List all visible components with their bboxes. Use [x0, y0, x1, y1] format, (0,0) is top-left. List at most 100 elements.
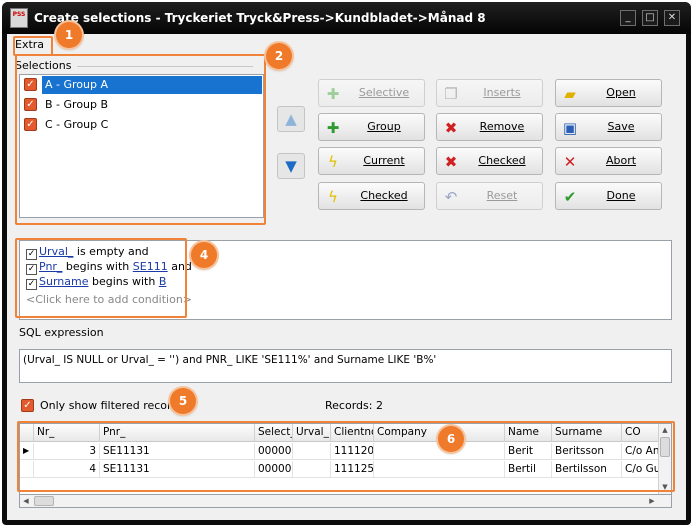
selection-a-checkbox[interactable]: ✓ — [24, 78, 37, 91]
main-window: PSS Create selections - Tryckeriet Tryck… — [2, 2, 691, 525]
cell-name[interactable]: Berit — [505, 443, 552, 460]
inserts-button[interactable]: ❐ Inserts — [436, 79, 543, 107]
condition-text: begins with — [88, 275, 159, 288]
done-button[interactable]: ✔ Done — [555, 182, 662, 210]
filter-label[interactable]: Only show filtered records — [40, 399, 184, 412]
cell-company[interactable] — [374, 461, 505, 478]
reset-button-label: Reset — [486, 189, 518, 202]
selection-c-checkbox[interactable]: ✓ — [24, 118, 37, 131]
undo-icon: ↶ — [444, 188, 458, 206]
cell-surname[interactable]: Bertilsson — [552, 461, 622, 478]
abort-button[interactable]: ✕ Abort — [555, 147, 662, 175]
scroll-up-icon[interactable]: ▲ — [659, 424, 671, 436]
maximize-button[interactable]: □ — [642, 10, 658, 26]
condition-text: is empty and — [73, 245, 149, 258]
cell-co[interactable]: C/o An — [622, 443, 660, 460]
cell-urval[interactable] — [293, 461, 331, 478]
condition-checkbox[interactable]: ✓ — [26, 264, 37, 275]
horizontal-scrollbar[interactable]: ◀ ▶ — [19, 495, 672, 508]
cell-surname[interactable]: Beritsson — [552, 443, 622, 460]
checked-remove-button[interactable]: ✖ Checked — [436, 147, 543, 175]
move-down-button[interactable]: ▼ — [277, 153, 305, 179]
cell-pnr[interactable]: SE11131 — [100, 443, 255, 460]
floppy-disk-icon: ▣ — [562, 119, 578, 137]
scroll-left-icon[interactable]: ◀ — [20, 495, 32, 507]
condition-row-pnr[interactable]: ✓ Pnr_ begins with SE111 and — [26, 260, 192, 275]
condition-field-link[interactable]: Surname — [39, 275, 88, 288]
arrow-down-icon: ▼ — [285, 157, 297, 175]
close-button[interactable]: ✕ — [664, 10, 680, 26]
menu-extra[interactable]: Extra — [15, 38, 44, 51]
selection-item-a[interactable]: ✓ A - Group A — [20, 75, 263, 95]
selection-c-label: C - Group C — [45, 118, 109, 131]
move-up-button[interactable]: ▲ — [277, 106, 305, 132]
selections-list[interactable]: ✓ A - Group A ✓ B - Group B ✓ C - Group … — [19, 74, 264, 218]
selections-group-label: Selections — [15, 59, 72, 72]
cell-nr[interactable]: 3 — [34, 443, 100, 460]
open-button[interactable]: ▰ Open — [555, 79, 662, 107]
cell-clientno[interactable]: 111125 — [331, 461, 374, 478]
column-header[interactable]: Pnr_ — [100, 424, 255, 442]
cell-pnr[interactable]: SE11131 — [100, 461, 255, 478]
condition-text: begins with — [62, 260, 133, 273]
column-header[interactable]: Clientno — [331, 424, 374, 442]
app-icon: PSS — [10, 8, 28, 28]
selection-b-checkbox[interactable]: ✓ — [24, 98, 37, 111]
records-grid[interactable]: Nr_ Pnr_ Select_ Urval_ Clientno Company… — [19, 423, 672, 495]
column-header[interactable]: Select_ — [255, 424, 293, 442]
group-button-label: Group — [367, 120, 401, 133]
title-bar[interactable]: PSS Create selections - Tryckeriet Tryck… — [2, 2, 691, 34]
minimize-button[interactable]: _ — [620, 10, 636, 26]
cell-select[interactable]: 00000 — [255, 461, 293, 478]
column-header[interactable]: CO — [622, 424, 660, 442]
group-button[interactable]: ✚ Group — [318, 113, 425, 141]
current-button[interactable]: ϟ Current — [318, 147, 425, 175]
selection-item-b[interactable]: ✓ B - Group B — [20, 95, 263, 115]
copy-pages-icon: ❐ — [444, 85, 458, 103]
condition-value-link[interactable]: SE111 — [133, 260, 168, 273]
cell-clientno[interactable]: 111120 — [331, 443, 374, 460]
save-button-label: Save — [607, 120, 635, 133]
condition-field-link[interactable]: Pnr_ — [39, 260, 62, 273]
cell-co[interactable]: C/o Gu — [622, 461, 660, 478]
checked-button[interactable]: ϟ Checked — [318, 182, 425, 210]
cell-select[interactable]: 00000 — [255, 443, 293, 460]
cell-name[interactable]: Bertil — [505, 461, 552, 478]
column-header[interactable]: Nr_ — [34, 424, 100, 442]
marker-6: 6 — [438, 426, 464, 452]
checked-button-label: Checked — [360, 189, 408, 202]
horizontal-scroll-thumb[interactable] — [34, 496, 54, 506]
cell-nr[interactable]: 4 — [34, 461, 100, 478]
scroll-down-icon[interactable]: ▼ — [659, 481, 671, 493]
condition-field-link[interactable]: Urval_ — [39, 245, 73, 258]
condition-row-urval[interactable]: ✓ Urval_ is empty and — [26, 245, 149, 260]
condition-tail: and — [167, 260, 192, 273]
vertical-scroll-thumb[interactable] — [660, 437, 670, 457]
condition-checkbox[interactable]: ✓ — [26, 279, 37, 290]
column-header[interactable]: Urval_ — [293, 424, 331, 442]
x-icon: ✕ — [563, 153, 577, 171]
table-row[interactable]: 4 SE11131 00000 111125 Bertil Bertilsson… — [20, 461, 660, 478]
add-condition-link[interactable]: <Click here to add condition> — [26, 293, 192, 306]
conditions-panel[interactable]: ✓ Urval_ is empty and ✓ Pnr_ begins with S… — [19, 240, 672, 320]
filter-checkbox[interactable]: ✓ — [21, 399, 34, 412]
table-row[interactable]: ▶ 3 SE11131 00000 111120 Berit Beritsson… — [20, 443, 660, 460]
selection-item-c[interactable]: ✓ C - Group C — [20, 115, 263, 135]
condition-row-surname[interactable]: ✓ Surname begins with B — [26, 275, 166, 290]
vertical-scrollbar[interactable]: ▲ ▼ — [658, 424, 671, 494]
scroll-right-icon[interactable]: ▶ — [646, 495, 658, 507]
column-header[interactable]: Name — [505, 424, 552, 442]
sql-expression-field[interactable]: (Urval_ IS NULL or Urval_ = '') and PNR_… — [19, 349, 672, 383]
window-title: Create selections - Tryckeriet Tryck&Pre… — [34, 11, 486, 25]
checked-remove-button-label: Checked — [478, 154, 526, 167]
save-button[interactable]: ▣ Save — [555, 113, 662, 141]
inserts-button-label: Inserts — [483, 86, 521, 99]
remove-button[interactable]: ✖ Remove — [436, 113, 543, 141]
column-header[interactable]: Surname — [552, 424, 622, 442]
cell-urval[interactable] — [293, 443, 331, 460]
selective-button[interactable]: ✚ Selective — [318, 79, 425, 107]
reset-button[interactable]: ↶ Reset — [436, 182, 543, 210]
condition-value-link[interactable]: B — [159, 275, 167, 288]
condition-checkbox[interactable]: ✓ — [26, 249, 37, 260]
add-page-icon: ✚ — [326, 85, 340, 103]
